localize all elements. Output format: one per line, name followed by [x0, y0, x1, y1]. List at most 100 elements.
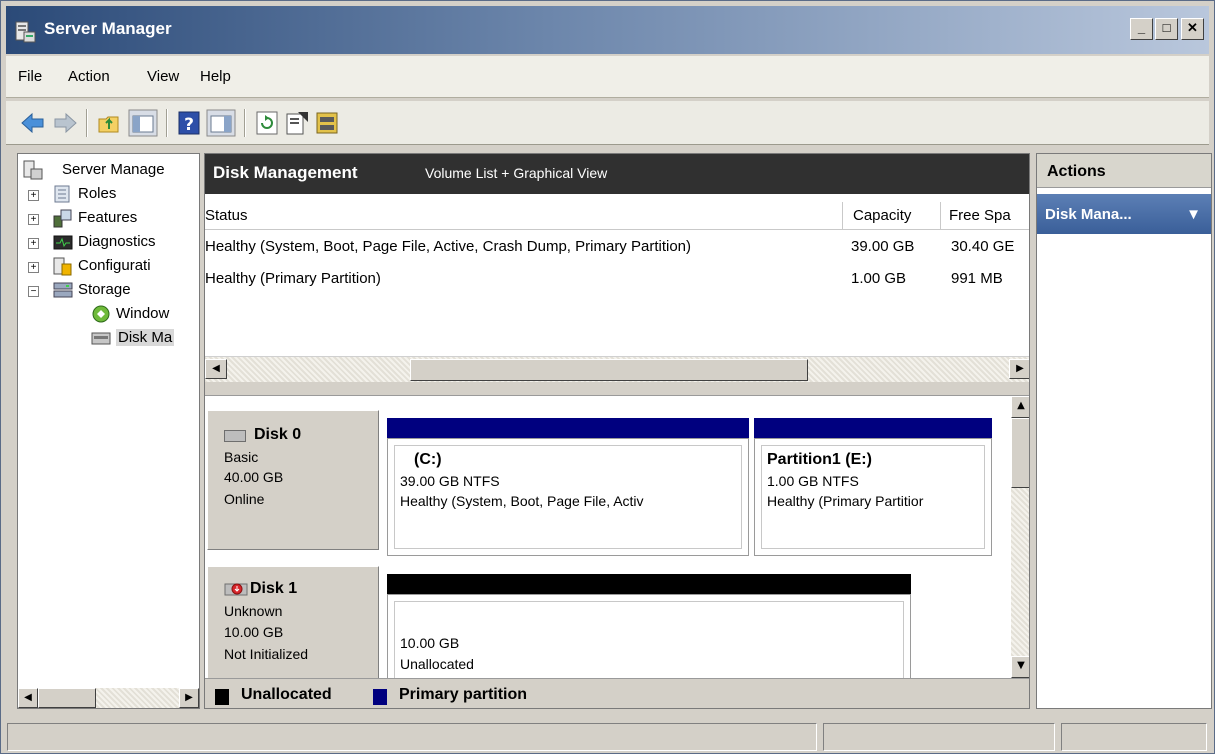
actions-group-label: Disk Mana...: [1045, 206, 1132, 223]
capacity-cell: 39.00 GB: [851, 238, 915, 255]
expand-toggle[interactable]: +: [28, 190, 39, 201]
menu-help[interactable]: Help: [200, 68, 231, 85]
unallocated-size: 10.00 GB: [400, 635, 460, 651]
partition-name: Partition1 (E:): [767, 451, 872, 468]
close-button[interactable]: ✕: [1181, 18, 1204, 40]
status-panel: [823, 723, 1055, 751]
minimize-button[interactable]: _: [1130, 18, 1153, 40]
tree-item-diagnostics[interactable]: + Diagnostics: [22, 232, 199, 254]
tree-item-features[interactable]: + Features: [22, 208, 199, 230]
expand-toggle[interactable]: +: [28, 214, 39, 225]
disk-name: Disk 0: [254, 426, 302, 443]
help-icon[interactable]: ?: [176, 109, 202, 137]
status-panel: [7, 723, 817, 751]
tree-label: Roles: [78, 185, 117, 202]
scroll-left-button[interactable]: ◀: [18, 688, 38, 708]
tree-item-server-manager[interactable]: Server Manage: [22, 160, 199, 182]
unallocated-space[interactable]: 10.00 GB Unallocated: [387, 594, 911, 678]
actions-disk-management-group[interactable]: Disk Mana... ▼: [1037, 194, 1211, 234]
scroll-left-button[interactable]: ◀: [205, 359, 227, 379]
disk-state: Online: [224, 491, 265, 507]
toolbar-separator: [86, 109, 88, 137]
disk-type: Basic: [224, 449, 259, 465]
chevron-down-icon[interactable]: ▼: [1186, 206, 1201, 223]
basic-disk-icon: [224, 430, 246, 442]
menu-action[interactable]: Action: [68, 68, 110, 85]
tree-horizontal-scrollbar[interactable]: ◀ ▶: [18, 688, 199, 708]
legend-swatch-unallocated: [215, 689, 229, 705]
storage-icon: [53, 282, 73, 298]
menu-view[interactable]: View: [147, 68, 179, 85]
disk-size: 40.00 GB: [224, 469, 284, 485]
status-bar: [6, 717, 1209, 751]
expand-toggle[interactable]: +: [28, 238, 39, 249]
title-bar[interactable]: Server Manager _ □ ✕: [6, 6, 1209, 54]
navigation-tree: Server Manage + Roles + Features + Diagn…: [17, 153, 200, 709]
column-header-status[interactable]: Status: [205, 202, 843, 230]
disk-1-info[interactable]: Disk 1 Unknown 10.00 GB Not Initialized: [207, 566, 379, 678]
pane-title: Disk Management: [213, 163, 358, 182]
scroll-down-button[interactable]: ▼: [1011, 656, 1029, 678]
tree-item-disk-management[interactable]: Disk Ma: [22, 328, 199, 350]
partition-status: Healthy (System, Boot, Page File, Activ: [400, 493, 644, 509]
server-icon: [23, 160, 43, 180]
tree-label: Diagnostics: [78, 233, 156, 250]
tree-item-windows-backup[interactable]: Window: [22, 304, 199, 326]
diagnostics-icon: [53, 235, 73, 250]
partition-c[interactable]: (C:) 39.00 GB NTFS Healthy (System, Boot…: [387, 438, 749, 556]
tree-item-storage[interactable]: − Storage: [22, 280, 199, 302]
free-space-cell: 991 MB: [951, 270, 1003, 287]
partition-bar-primary: [387, 418, 749, 438]
pane-splitter[interactable]: [205, 382, 1029, 396]
disk-icon[interactable]: [314, 109, 340, 137]
disk-management-pane: Disk Management Volume List + Graphical …: [204, 153, 1030, 709]
scroll-right-button[interactable]: ▶: [179, 688, 199, 708]
toolbar-separator: [166, 109, 168, 137]
disk-state: Not Initialized: [224, 646, 309, 662]
expand-toggle[interactable]: +: [28, 262, 39, 273]
up-folder-icon[interactable]: [96, 109, 122, 137]
unknown-disk-icon: [224, 583, 248, 596]
tree-label: Disk Ma: [116, 329, 175, 346]
forward-icon[interactable]: [52, 109, 78, 137]
partition-e[interactable]: Partition1 (E:) 1.00 GB NTFS Healthy (Pr…: [754, 438, 992, 556]
graphical-view-vertical-scrollbar[interactable]: ▲ ▼: [1011, 396, 1029, 678]
refresh-icon[interactable]: [254, 109, 280, 137]
partition-bar-unallocated: [387, 574, 911, 594]
scroll-right-button[interactable]: ▶: [1009, 359, 1029, 379]
properties-icon[interactable]: [284, 109, 310, 137]
tree-label: Window: [116, 305, 170, 322]
volume-list-horizontal-scrollbar[interactable]: ◀ ▶: [205, 356, 1029, 382]
scroll-up-button[interactable]: ▲: [1011, 396, 1029, 418]
collapse-toggle[interactable]: −: [28, 286, 39, 297]
windows-backup-icon: [92, 305, 110, 323]
server-manager-window: Server Manager _ □ ✕ File Action View He…: [0, 0, 1215, 754]
column-header-capacity[interactable]: Capacity: [843, 202, 941, 230]
disk-size: 10.00 GB: [224, 624, 284, 640]
menu-file[interactable]: File: [18, 68, 42, 85]
legend: Unallocated Primary partition: [205, 678, 1029, 708]
scroll-thumb[interactable]: [38, 688, 96, 708]
disk-type: Unknown: [224, 603, 283, 619]
toolbar-separator: [244, 109, 246, 137]
back-icon[interactable]: [20, 109, 46, 137]
show-hide-tree-icon[interactable]: [128, 109, 158, 137]
partition-bar-primary: [754, 418, 992, 438]
maximize-button[interactable]: □: [1155, 18, 1178, 40]
show-hide-action-pane-icon[interactable]: [206, 109, 236, 137]
tree-label: Configurati: [78, 257, 151, 274]
partition-name: (C:): [414, 451, 442, 468]
pane-header: Disk Management Volume List + Graphical …: [205, 154, 1029, 194]
window-title: Server Manager: [44, 19, 172, 38]
tree-item-configuration[interactable]: + Configurati: [22, 256, 199, 278]
scroll-thumb[interactable]: [410, 359, 808, 381]
disk-0-info[interactable]: Disk 0 Basic 40.00 GB Online: [207, 410, 379, 550]
actions-heading: Actions: [1037, 154, 1211, 188]
tree-item-roles[interactable]: + Roles: [22, 184, 199, 206]
scroll-thumb[interactable]: [1011, 418, 1029, 488]
disk-management-icon: [91, 332, 111, 345]
legend-swatch-primary: [373, 689, 387, 705]
toolbar: ?: [6, 101, 1209, 145]
graphical-view: Disk 0 Basic 40.00 GB Online (C:) 39.00 …: [205, 396, 1011, 678]
column-header-free-space[interactable]: Free Spa: [941, 202, 1029, 230]
